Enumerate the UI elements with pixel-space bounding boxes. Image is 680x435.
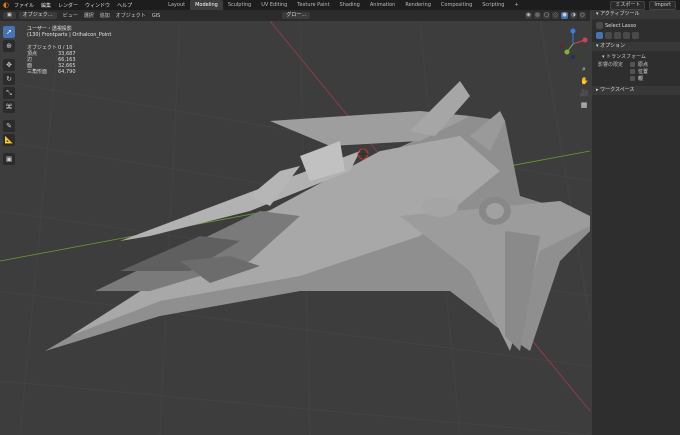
material-shading-icon[interactable]: ◑ (570, 12, 577, 19)
parent-checkbox[interactable] (630, 76, 635, 81)
menu-help[interactable]: ヘルプ (117, 2, 132, 9)
mode-intersect-icon[interactable] (632, 32, 639, 39)
menu-add[interactable]: 追加 (100, 12, 110, 19)
affect-only-location-row: 位置 (592, 68, 680, 75)
menu-window[interactable]: ウィンドウ (85, 2, 110, 9)
location-checkbox[interactable] (630, 69, 635, 74)
sidebar-panel: ▾ アクティブツール Select Lasso ▾ オプション ▾ トランスフォ… (592, 10, 680, 435)
select-tool-icon[interactable]: ➚ (3, 26, 15, 38)
viewport-shading-controls: ◉ ◎ ▢ ◌ ● ◑ ○ (523, 12, 586, 19)
import-button[interactable]: Import (649, 0, 676, 10)
origin-label: 原点 (638, 62, 649, 68)
tab-layout[interactable]: Layout (163, 0, 190, 10)
move-tool-icon[interactable]: ✥ (3, 59, 15, 71)
tab-animation[interactable]: Animation (365, 0, 401, 10)
camera-view-icon[interactable]: 🎥 (580, 89, 589, 97)
workspace-header[interactable]: ▸ ワークスペース (592, 86, 680, 95)
affect-only-label: 影響の限定 (598, 62, 624, 68)
solid-shading-icon[interactable]: ● (561, 12, 568, 19)
blender-logo-icon[interactable]: ◐ (0, 1, 12, 9)
tool-shelf: ➚ ⊕ ✥ ↻ ⤡ ⌘ ✎ 📐 ▣ (3, 26, 16, 167)
collection-name: (130) Frontparts | Orihalcon_Point (27, 32, 112, 38)
menu-gis[interactable]: GIS (152, 13, 161, 19)
tab-compositing[interactable]: Compositing (436, 0, 477, 10)
menu-view[interactable]: ビュー (63, 12, 78, 19)
scene-selector: ミスポート Import (606, 0, 676, 10)
editor-type-icon[interactable]: ▣ (3, 12, 16, 19)
affect-only-parent-row: 親 (592, 75, 680, 82)
menu-edit[interactable]: 編集 (41, 2, 51, 9)
location-label: 位置 (638, 69, 649, 75)
tab-texture-paint[interactable]: Texture Paint (292, 0, 334, 10)
rendered-shading-icon[interactable]: ○ (579, 12, 586, 19)
add-cube-tool-icon[interactable]: ▣ (3, 153, 15, 165)
menu-file[interactable]: ファイル (14, 2, 34, 9)
select-lasso-label: Select Lasso (605, 22, 637, 29)
cursor-tool-icon[interactable]: ⊕ (3, 40, 15, 52)
add-workspace-button[interactable]: + (509, 0, 523, 10)
xray-icon[interactable]: ▢ (543, 12, 550, 19)
tab-rendering[interactable]: Rendering (400, 0, 436, 10)
mode-subtract-icon[interactable] (614, 32, 621, 39)
visibility-icon[interactable]: ◉ (525, 12, 532, 19)
scale-tool-icon[interactable]: ⤡ (3, 87, 15, 99)
origin-checkbox[interactable] (630, 62, 635, 67)
active-tool-header[interactable]: ▾ アクティブツール (592, 10, 680, 19)
select-mode-buttons (596, 32, 676, 39)
menu-object[interactable]: オブジェクト (116, 12, 146, 19)
orientation-dropdown[interactable]: グロー… (282, 12, 311, 19)
viewport-info: ユーザー・透視投影 (130) Frontparts | Orihalcon_P… (27, 26, 111, 38)
menu-render[interactable]: レンダー (58, 2, 78, 9)
transform-subheader[interactable]: ▾ トランスフォーム (592, 53, 680, 61)
parent-label: 親 (638, 76, 644, 82)
annotate-tool-icon[interactable]: ✎ (3, 120, 15, 132)
ortho-grid-icon[interactable]: ▦ (580, 101, 588, 109)
overlay-icon[interactable]: ◎ (534, 12, 541, 19)
pan-hand-icon[interactable]: ✋ (580, 77, 589, 85)
rotate-tool-icon[interactable]: ↻ (3, 73, 15, 85)
scene-field[interactable]: ミスポート (610, 0, 646, 10)
scene-statistics: オブジェクト 0 / 10 頂点 33,687 辺 66,163 面 32,665 三角… (27, 45, 76, 75)
top-menu-bar: ◐ ファイル 編集 レンダー ウィンドウ ヘルプ Layout Modeling… (0, 0, 680, 10)
zoom-icon[interactable]: ⌕ (580, 65, 588, 73)
tab-shading[interactable]: Shading (335, 0, 365, 10)
mode-extend-icon[interactable] (605, 32, 612, 39)
transform-tool-icon[interactable]: ⌘ (3, 101, 15, 113)
wireframe-shading-icon[interactable]: ◌ (552, 12, 559, 19)
measure-tool-icon[interactable]: 📐 (3, 134, 15, 146)
viewport-canvas[interactable] (0, 21, 590, 435)
active-tool-row: Select Lasso (596, 22, 676, 29)
menu-select[interactable]: 選択 (84, 12, 94, 19)
mode-invert-icon[interactable] (623, 32, 630, 39)
options-header[interactable]: ▾ オプション (592, 42, 680, 51)
stat-row: 三角形面 64,790 (27, 69, 76, 75)
viewport-header: ▣ オブジェク… ビュー 選択 追加 オブジェクト GIS グロー… ◉ ◎ ▢… (0, 10, 590, 21)
navigation-buttons: ⌕ ✋ 🎥 ▦ (580, 65, 589, 113)
tab-uv-editing[interactable]: UV Editing (256, 0, 292, 10)
mode-set-icon[interactable] (596, 32, 603, 39)
lasso-select-icon[interactable] (596, 22, 603, 29)
tab-modeling[interactable]: Modeling (190, 0, 223, 10)
spaceship-model[interactable] (45, 81, 590, 351)
main-menu: ファイル 編集 レンダー ウィンドウ ヘルプ (14, 2, 139, 9)
affect-only-origin-row: 影響の限定 原点 (592, 61, 680, 68)
mode-dropdown[interactable]: オブジェク… (18, 12, 57, 19)
tab-sculpting[interactable]: Sculpting (223, 0, 256, 10)
tab-scripting[interactable]: Scripting (477, 0, 509, 10)
navigation-gizmo[interactable] (555, 26, 591, 62)
workspace-tabs: Layout Modeling Sculpting UV Editing Tex… (163, 0, 524, 10)
